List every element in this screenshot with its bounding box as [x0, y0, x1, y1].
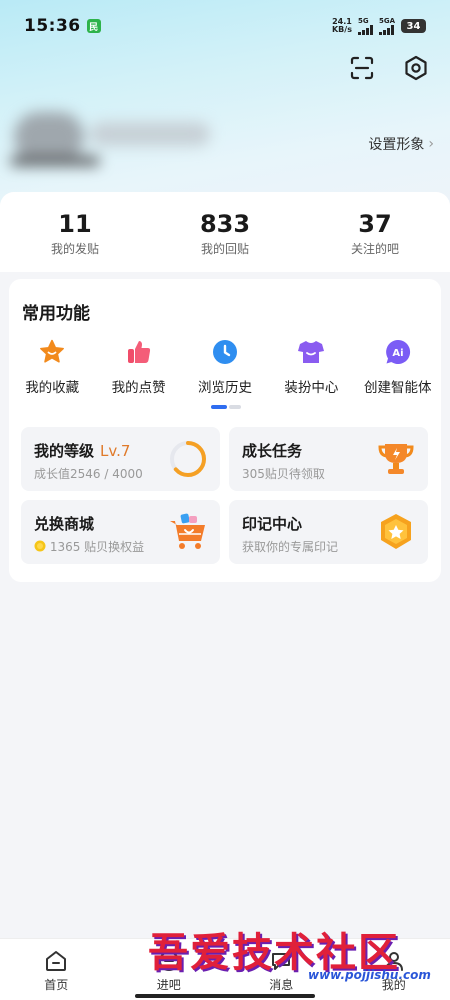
func-label: 创建智能体 — [364, 380, 432, 396]
network-speed-unit: KB/s — [331, 25, 352, 34]
main-content: 11 我的发贴 833 我的回贴 37 关注的吧 常用功能 我的收藏 我的点赞 … — [0, 192, 450, 938]
chevron-right-icon: › — [428, 136, 434, 152]
stat-my-replies[interactable]: 833 我的回贴 — [150, 192, 300, 272]
exchange-mall-tile[interactable]: 兑换商城 1365 贴贝换权益 — [21, 500, 220, 564]
func-history[interactable]: 浏览历史 — [182, 337, 268, 396]
medal-icon — [381, 514, 411, 549]
status-time: 15:36 — [24, 16, 81, 36]
stat-value: 11 — [58, 210, 92, 238]
trophy-icon — [378, 444, 414, 474]
watermark-url: www.pojjishu.com — [308, 968, 431, 982]
tile-title: 成长任务 — [242, 442, 303, 460]
stat-value: 833 — [199, 210, 251, 238]
tile-subtitle-text: 1365 贴贝换权益 — [49, 540, 145, 554]
signal-sim1: 5G — [357, 17, 373, 35]
tile-title: 兑换商城 — [34, 515, 95, 533]
func-likes[interactable]: 我的点赞 — [95, 337, 181, 396]
svg-text:Ai: Ai — [392, 348, 403, 359]
growth-value-text: 成长值2546 / 4000 — [34, 467, 143, 481]
tile-subtitle: 1365 贴贝换权益 — [34, 538, 144, 555]
coin-icon — [34, 540, 46, 552]
shopping-cart-icon — [170, 513, 205, 549]
func-dress-up[interactable]: 装扮中心 — [268, 337, 354, 396]
level-value: Lv.7 — [100, 442, 131, 460]
func-create-agent[interactable]: Ai 创建智能体 — [355, 337, 441, 396]
stat-value: 37 — [358, 210, 392, 238]
stat-label: 我的回贴 — [200, 242, 249, 256]
stat-label: 我的发贴 — [50, 242, 99, 256]
tile-title: 印记中心 — [242, 515, 303, 533]
tab-home[interactable]: 首页 — [0, 939, 113, 1000]
avatar — [14, 112, 84, 162]
scan-icon[interactable] — [348, 54, 376, 82]
clock-icon — [210, 337, 240, 367]
sim1-label: 5G — [357, 17, 369, 25]
tile-title: 我的等级 Lv.7 — [34, 440, 130, 461]
profile-sub-blur — [10, 156, 100, 166]
func-label: 装扮中心 — [284, 380, 339, 396]
app-notification-icon: 民 — [86, 19, 101, 33]
tile-subtitle: 获取你的专属印记 — [242, 540, 339, 554]
signal-bars-icon — [378, 25, 394, 35]
stat-followed-bars[interactable]: 37 关注的吧 — [300, 192, 450, 272]
home-indicator[interactable] — [135, 994, 315, 998]
star-icon — [37, 337, 67, 367]
my-level-tile[interactable]: 我的等级 Lv.7 成长值2546 / 4000 — [21, 427, 220, 491]
func-label: 我的点赞 — [111, 380, 166, 396]
settings-icon[interactable] — [402, 54, 430, 82]
home-icon — [46, 951, 67, 971]
tab-label: 首页 — [44, 978, 69, 992]
imprint-center-tile[interactable]: 印记中心 获取你的专属印记 — [229, 500, 428, 564]
set-appearance-label: 设置形象 — [368, 137, 425, 153]
stat-label: 关注的吧 — [350, 242, 399, 256]
section-title: 常用功能 — [22, 304, 90, 324]
stats-panel: 11 我的发贴 833 我的回贴 37 关注的吧 — [0, 192, 450, 272]
growth-task-tile[interactable]: 成长任务 305贴贝待领取 — [229, 427, 428, 491]
network-speed: 24.1 KB/s — [332, 18, 352, 34]
func-favorites[interactable]: 我的收藏 — [9, 337, 95, 396]
status-bar: 15:36 民 24.1 KB/s 5G 5GA 34 — [0, 0, 450, 52]
ai-icon: Ai — [383, 337, 413, 367]
shirt-icon — [296, 337, 326, 367]
set-appearance-link[interactable]: 设置形象 › — [368, 134, 434, 154]
signal-sim2: 5GA — [378, 17, 395, 35]
username-blur — [90, 122, 210, 146]
battery-icon: 34 — [401, 19, 426, 33]
status-indicators: 24.1 KB/s 5G 5GA 34 — [332, 17, 426, 35]
function-grid: 我的收藏 我的点赞 浏览历史 装扮中心 Ai 创建智能体 — [9, 337, 441, 396]
stat-my-posts[interactable]: 11 我的发贴 — [0, 192, 150, 272]
tile-subtitle: 305贴贝待领取 — [242, 467, 325, 481]
top-actions — [348, 54, 430, 82]
site-watermark: 吾爱技术社区 www.pojjishu.com — [148, 920, 448, 990]
common-functions-card: 常用功能 我的收藏 我的点赞 浏览历史 装扮中心 Ai 创建智能体 我的等级 L… — [9, 279, 441, 582]
level-progress-ring — [170, 441, 206, 477]
sim2-label: 5GA — [378, 17, 395, 25]
page-indicator — [211, 405, 241, 409]
func-label: 我的收藏 — [25, 380, 80, 396]
blurred-profile[interactable] — [10, 112, 222, 190]
signal-bars-icon — [357, 25, 373, 35]
func-label: 浏览历史 — [197, 380, 252, 396]
thumbs-up-icon — [124, 337, 154, 367]
level-title: 我的等级 — [34, 442, 95, 460]
